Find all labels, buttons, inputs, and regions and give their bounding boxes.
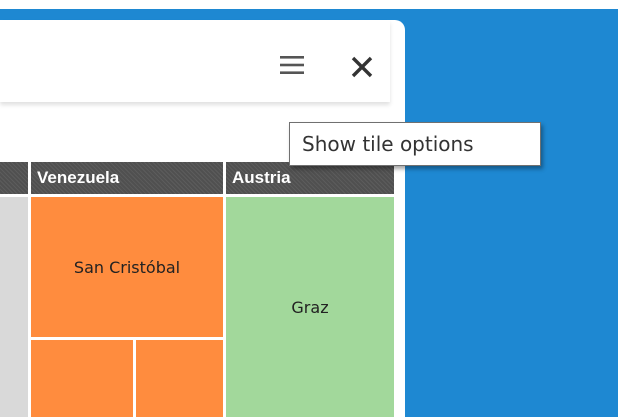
tooltip: Show tile options (289, 122, 541, 166)
treemap-tile-partial[interactable] (0, 197, 28, 417)
top-strip (0, 0, 618, 9)
treemap: Venezuela Austria San Cristóbal Graz (0, 162, 394, 417)
close-icon[interactable] (349, 55, 375, 79)
hamburger-menu-icon[interactable] (280, 55, 304, 75)
group-header-venezuela: Venezuela (31, 162, 223, 194)
group-header-partial (0, 162, 28, 194)
group-header-austria: Austria (226, 162, 394, 194)
treemap-tile-graz[interactable]: Graz (226, 197, 394, 417)
app-background: Venezuela Austria San Cristóbal Graz Sho… (0, 0, 618, 417)
treemap-tile-venezuela-2[interactable] (31, 340, 133, 417)
treemap-tile-san-cristobal[interactable]: San Cristóbal (31, 197, 223, 337)
tile-panel: Venezuela Austria San Cristóbal Graz (0, 20, 405, 417)
tile-header (0, 20, 390, 102)
treemap-tile-venezuela-3[interactable] (136, 340, 223, 417)
